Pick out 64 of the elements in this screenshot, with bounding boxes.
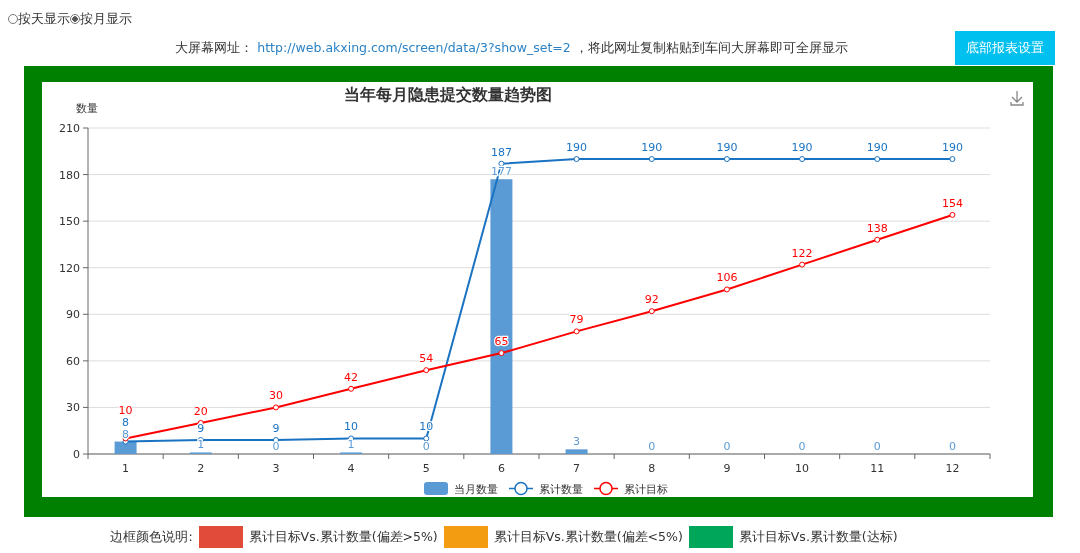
tick-label: 5 xyxy=(422,462,430,475)
data-label: 190 xyxy=(941,141,963,155)
legend-text: 累计目标Vs.累计数量(达标) xyxy=(738,528,898,546)
tick-label: 6 xyxy=(497,462,505,475)
data-label: 1 xyxy=(347,438,355,452)
data-label: 9 xyxy=(197,422,205,436)
data-label: 190 xyxy=(791,141,813,155)
data-label: 106 xyxy=(716,271,738,285)
data-label: 138 xyxy=(866,221,888,235)
data-label: 154 xyxy=(941,196,963,210)
legend-label: 累计数量 xyxy=(539,483,583,496)
tick-label: 60 xyxy=(66,354,80,368)
data-label: 30 xyxy=(268,389,283,403)
tick-label: 1 xyxy=(122,462,130,475)
data-label: 0 xyxy=(798,440,806,453)
data-label: 10 xyxy=(118,403,133,417)
tick-label: 120 xyxy=(59,261,80,275)
data-label: 1 xyxy=(197,438,205,452)
tick-label: 3 xyxy=(272,462,280,475)
data-label: 92 xyxy=(644,293,659,307)
data-label: 20 xyxy=(193,404,208,418)
url-note: ，将此网址复制粘贴到车间大屏幕即可全屏显示 xyxy=(574,39,848,55)
data-label: 190 xyxy=(716,141,738,155)
data-label: 0 xyxy=(948,440,956,453)
tick-label: 90 xyxy=(66,308,80,322)
tick-label: 7 xyxy=(573,462,581,475)
tick-label: 4 xyxy=(347,462,355,475)
data-label: 190 xyxy=(866,141,888,155)
data-label: 9 xyxy=(272,422,280,436)
data-label: 54 xyxy=(419,352,434,366)
tick-label: 10 xyxy=(795,462,810,475)
data-label: 65 xyxy=(494,335,509,349)
legend-text: 累计目标Vs.累计数量(偏差>5%) xyxy=(248,528,438,546)
tick-label: 8 xyxy=(648,462,656,475)
legend-title: 边框颜色说明: xyxy=(110,528,193,546)
data-label: 0 xyxy=(873,440,881,453)
data-label: 8 xyxy=(122,415,130,429)
tick-label: 9 xyxy=(723,462,731,475)
data-label: 3 xyxy=(573,435,581,449)
tick-label: 30 xyxy=(66,401,80,415)
legend-text: 累计目标Vs.累计数量(偏差<5%) xyxy=(493,528,683,546)
data-label: 0 xyxy=(422,440,430,453)
url-label: 大屏幕网址： xyxy=(175,39,254,55)
data-label: 0 xyxy=(723,440,731,453)
data-label: 190 xyxy=(566,141,588,155)
data-label: 187 xyxy=(490,145,512,159)
data-label: 0 xyxy=(648,440,656,453)
chart-title: 当年每月隐患提交数量趋势图 xyxy=(343,85,552,104)
tick-label: 12 xyxy=(945,462,960,475)
data-label: 122 xyxy=(791,246,813,260)
tick-label: 180 xyxy=(59,168,80,182)
data-label: 42 xyxy=(344,370,359,384)
data-label: 190 xyxy=(641,141,663,155)
axis-title: 数量 xyxy=(76,102,98,115)
data-label: 0 xyxy=(272,440,280,453)
tick-label: 150 xyxy=(59,215,80,229)
tick-label: 2 xyxy=(197,462,205,475)
tick-label: 210 xyxy=(59,122,80,135)
tick-label: 11 xyxy=(870,462,885,475)
data-label: 79 xyxy=(569,313,584,327)
tick-label: 0 xyxy=(73,448,80,461)
legend-label: 累计目标 xyxy=(624,483,668,496)
data-label: 10 xyxy=(344,420,359,434)
legend-label: 当月数量 xyxy=(454,483,498,496)
